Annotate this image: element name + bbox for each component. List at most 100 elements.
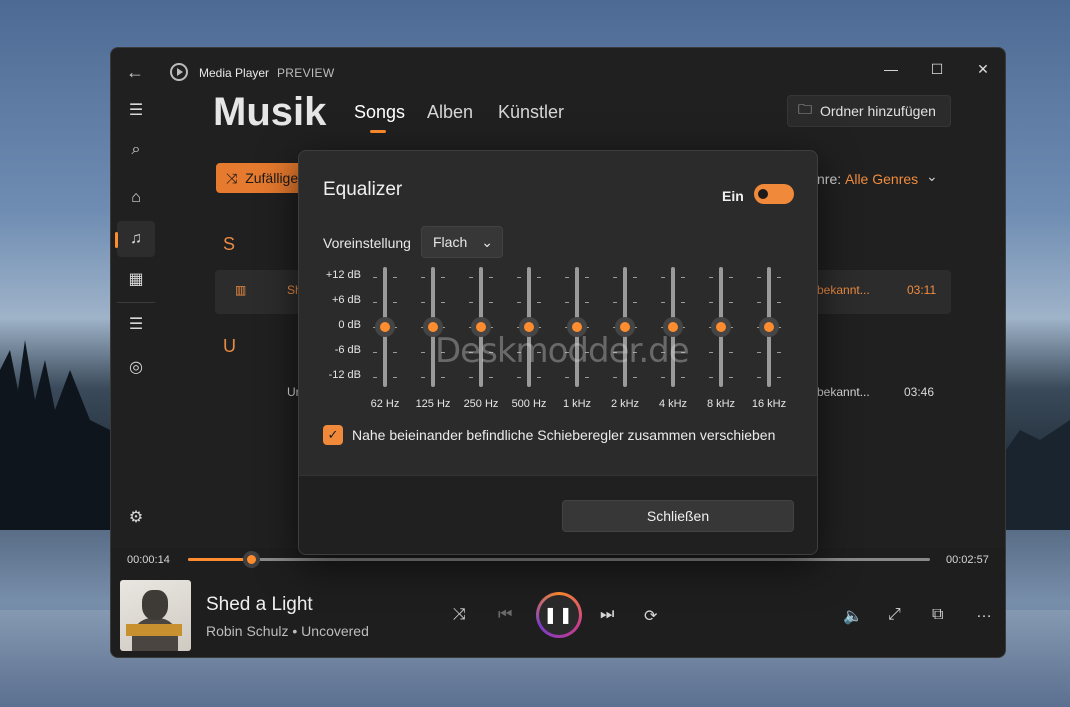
eq-tick-mark [393,277,397,278]
settings-gear-icon[interactable]: ⚙ [117,499,155,535]
eq-tick-mark [585,277,589,278]
eq-tick-mark [489,277,493,278]
close-dialog-button[interactable]: Schließen [562,500,794,532]
minimize-button[interactable]: — [868,54,914,84]
eq-band-slider[interactable]: 16 kHz [747,267,791,417]
genre-filter-dropdown[interactable]: Alle Genres [845,171,918,187]
group-letter[interactable]: U [223,336,236,357]
video-library-icon[interactable]: ▦ [117,261,155,297]
equalizer-toggle[interactable] [754,184,794,204]
fullscreen-icon[interactable]: ⤢ [888,606,901,624]
eq-band-frequency: 16 kHz [751,398,787,410]
maximize-button[interactable]: ☐ [914,54,960,84]
eq-tick-mark [421,352,425,353]
miniplayer-icon[interactable]: ⧉ [932,606,943,624]
eq-tick-mark [469,277,473,278]
sidebar-divider [117,302,155,303]
pause-button[interactable]: ❚❚ [536,592,582,638]
music-library-icon[interactable]: ♫ [117,221,155,257]
shuffle-icon[interactable]: ⤨ [453,606,466,624]
eq-tick-mark [729,352,733,353]
eq-tick-mark [441,377,445,378]
track-title[interactable]: Shed a Light [206,594,313,616]
tab-artists[interactable]: Künstler [498,102,564,123]
eq-band-slider[interactable]: 62 Hz [363,267,407,417]
page-title: Musik [213,90,327,134]
toggle-knob [758,189,768,199]
more-options-icon[interactable]: … [976,604,992,622]
eq-band-thumb[interactable] [375,317,395,337]
play-queue-icon[interactable]: ☰ [117,306,155,342]
preset-dropdown[interactable]: Flach ⌄ [421,226,503,258]
eq-tick-mark [373,377,377,378]
add-folder-button[interactable]: 🗀 Ordner hinzufügen [787,95,951,127]
track-artist[interactable]: Robin Schulz • Uncovered [206,623,369,639]
next-track-icon[interactable]: ⏭ [600,606,614,624]
preset-label: Voreinstellung [323,235,411,251]
dialog-footer: Schließen [299,475,817,554]
eq-tick-mark [777,377,781,378]
eq-tick-mark [373,352,377,353]
song-artist: bekannt... [817,283,870,297]
eq-tick-mark [517,302,521,303]
player-bar: 00:00:14 00:02:57 Shed a Light Robin Sch… [111,548,1005,657]
tab-songs[interactable]: Songs [354,102,405,123]
eq-tick-mark [441,277,445,278]
eq-tick-mark [565,302,569,303]
eq-tick-mark [661,277,665,278]
eq-tick-mark [517,277,521,278]
search-icon[interactable]: ⌕ [117,132,155,168]
eq-tick-mark [777,277,781,278]
eq-tick-mark [565,377,569,378]
sidebar: ☰ ⌕ ⌂ ♫ ▦ ☰ ◎ ⚙ [111,96,159,548]
eq-band-thumb[interactable] [711,317,731,337]
eq-band-slider[interactable]: 8 kHz [699,267,743,417]
eq-tick-mark [421,277,425,278]
seek-bar-fill [188,558,252,561]
seek-bar[interactable] [188,551,930,568]
eq-tick-mark [757,277,761,278]
watermark-text: Deskmodder.de [435,331,690,371]
eq-tick-mark [633,377,637,378]
home-icon[interactable]: ⌂ [117,180,155,216]
chevron-down-icon: ⌄ [481,233,493,250]
group-sliders-checkbox[interactable]: ✓ [323,425,343,445]
back-arrow-icon[interactable]: ← [121,60,149,84]
preview-badge: PREVIEW [277,66,335,80]
eq-tick-mark [421,302,425,303]
close-window-button[interactable]: ✕ [960,54,1005,84]
eq-tick-mark [709,352,713,353]
playlists-icon[interactable]: ◎ [117,349,155,385]
eq-tick-mark [729,302,733,303]
group-sliders-label[interactable]: Nahe beieinander befindliche Schieberegl… [352,427,775,443]
eq-tick-mark [633,302,637,303]
eq-tick-mark [537,302,541,303]
hamburger-menu-icon[interactable]: ☰ [117,92,155,128]
eq-tick-mark [373,277,377,278]
eq-tick-mark [681,302,685,303]
eq-tick-mark [469,302,473,303]
chevron-down-icon[interactable]: ⌄ [926,168,938,185]
preset-value: Flach [433,234,468,250]
eq-tick-mark [681,377,685,378]
pause-icon: ❚❚ [539,595,579,635]
tab-albums[interactable]: Alben [427,102,473,123]
eq-tick-mark [489,377,493,378]
group-letter[interactable]: S [223,234,235,255]
eq-tick-mark [709,302,713,303]
total-time: 00:02:57 [946,554,989,566]
eq-band-thumb[interactable] [759,317,779,337]
volume-icon[interactable]: 🔈 [843,606,863,626]
eq-tick-mark [709,277,713,278]
app-title: Media Player [199,66,270,80]
eq-tick-mark [421,377,425,378]
eq-tick-mark [613,277,617,278]
eq-tick-mark [757,377,761,378]
seek-thumb[interactable] [243,551,261,568]
previous-track-icon[interactable]: ⏮ [498,606,512,624]
repeat-icon[interactable]: ⟳ [644,606,657,626]
eq-tick-mark [729,277,733,278]
eq-tick-mark [613,377,617,378]
eq-tick-mark [393,352,397,353]
album-cover[interactable] [120,580,191,651]
